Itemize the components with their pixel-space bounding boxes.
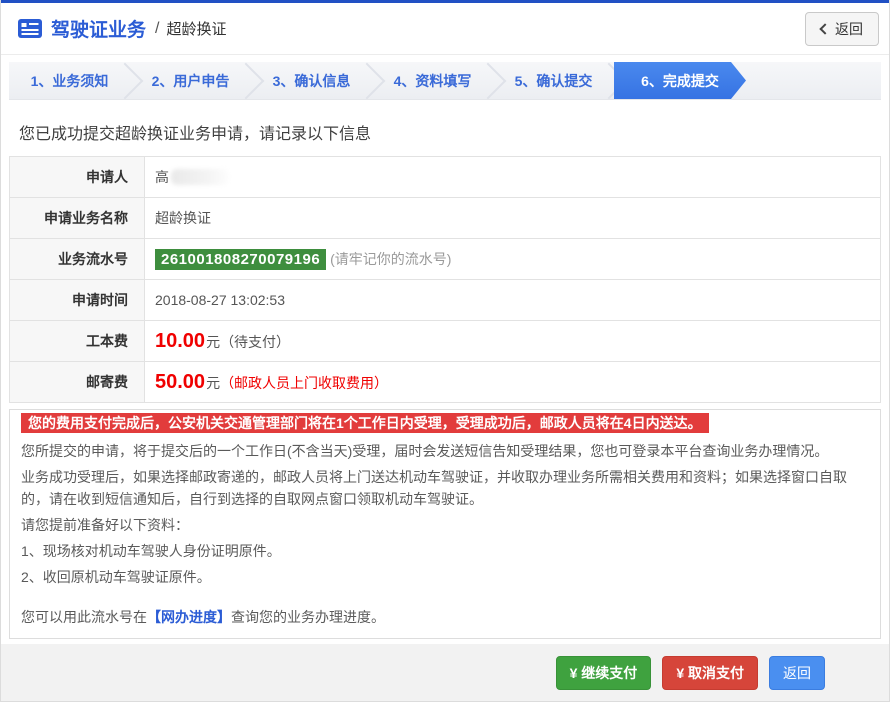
table-row-production-fee: 工本费 10.00元（待支付）	[10, 321, 881, 362]
progress-hint-prefix: 您可以用此流水号在	[21, 609, 147, 625]
breadcrumb-current: 超龄换证	[166, 18, 226, 39]
license-card-icon	[17, 18, 43, 39]
business-name-label: 申请业务名称	[10, 198, 145, 239]
table-row-postage-fee: 邮寄费 50.00元（邮政人员上门收取费用）	[10, 362, 881, 403]
action-footer: ¥ 继续支付 ¥ 取消支付 返回	[1, 644, 889, 701]
production-fee-amount: 10.00	[155, 330, 205, 352]
step-tab-label: 2、用户申告	[152, 73, 230, 89]
step-tab-label: 6、完成提交	[641, 73, 719, 89]
serial-note: (请牢记你的流水号)	[330, 251, 451, 267]
success-message: 您已成功提交超龄换证业务申请，请记录以下信息	[19, 120, 881, 144]
notice-paragraph: 2、收回原机动车驾驶证原件。	[21, 564, 869, 590]
notice-paragraph: 您所提交的申请，将于提交后的一个工作日(不含当天)受理，届时会发送短信告知受理结…	[21, 438, 869, 464]
step-progress-bar: 1、业务须知 2、用户申告 3、确认信息 4、资料填写 5、确认提交 6、完成提…	[9, 62, 881, 100]
table-row-applicant: 申请人 高	[10, 157, 881, 198]
production-fee-note: （待支付）	[220, 334, 290, 350]
notice-paragraph: 业务成功受理后，如果选择邮政寄递的，邮政人员将上门送达机动车驾驶证，并收取办理业…	[21, 464, 869, 512]
serial-value: 261001808270079196 (请牢记你的流水号)	[145, 239, 881, 280]
notice-paragraph: 1、现场核对机动车驾驶人身份证明原件。	[21, 538, 869, 564]
production-fee-value: 10.00元（待支付）	[145, 321, 881, 362]
cancel-payment-button[interactable]: ¥ 取消支付	[662, 656, 758, 690]
postage-fee-label: 邮寄费	[10, 362, 145, 403]
table-row-apply-time: 申请时间 2018-08-27 13:02:53	[10, 280, 881, 321]
postage-fee-value: 50.00元（邮政人员上门收取费用）	[145, 362, 881, 403]
applicant-value: 高	[145, 157, 881, 198]
step-tab-1[interactable]: 1、业务须知	[9, 62, 130, 99]
progress-hint: 您可以用此流水号在【网办进度】查询您的业务办理进度。	[21, 604, 869, 630]
continue-payment-button[interactable]: ¥ 继续支付	[556, 656, 652, 690]
page-title: 驾驶证业务	[51, 15, 146, 42]
production-fee-unit: 元	[206, 334, 220, 350]
serial-label: 业务流水号	[10, 239, 145, 280]
business-name-value: 超龄换证	[145, 198, 881, 239]
notice-paragraph: 请您提前准备好以下资料：	[21, 512, 869, 538]
redacted-name-mask	[171, 169, 229, 185]
step-tab-2[interactable]: 2、用户申告	[130, 62, 251, 99]
step-tab-6-active[interactable]: 6、完成提交	[614, 62, 746, 99]
chevron-left-icon	[819, 23, 830, 34]
table-row-business-name: 申请业务名称 超龄换证	[10, 198, 881, 239]
step-tab-4[interactable]: 4、资料填写	[372, 62, 493, 99]
application-info-table: 申请人 高 申请业务名称 超龄换证 业务流水号 2610018082700791…	[9, 156, 881, 403]
apply-time-value: 2018-08-27 13:02:53	[145, 280, 881, 321]
serial-number-badge: 261001808270079196	[155, 249, 326, 270]
breadcrumb-separator: /	[155, 20, 159, 38]
payment-notice-banner: 您的费用支付完成后，公安机关交通管理部门将在1个工作日内受理，受理成功后，邮政人…	[21, 413, 709, 433]
step-tab-label: 5、确认提交	[515, 73, 593, 89]
applicant-label: 申请人	[10, 157, 145, 198]
back-button[interactable]: 返回	[805, 12, 879, 46]
notice-box: 您的费用支付完成后，公安机关交通管理部门将在1个工作日内受理，受理成功后，邮政人…	[9, 409, 881, 639]
return-button[interactable]: 返回	[769, 656, 825, 690]
progress-hint-suffix: 查询您的业务办理进度。	[231, 609, 385, 625]
step-tab-label: 3、确认信息	[273, 73, 351, 89]
apply-time-label: 申请时间	[10, 280, 145, 321]
step-tab-3[interactable]: 3、确认信息	[251, 62, 372, 99]
table-row-serial: 业务流水号 261001808270079196 (请牢记你的流水号)	[10, 239, 881, 280]
production-fee-label: 工本费	[10, 321, 145, 362]
progress-link[interactable]: 【网办进度】	[147, 609, 231, 625]
postage-fee-note: （邮政人员上门收取费用）	[220, 375, 388, 391]
back-button-label: 返回	[835, 19, 863, 39]
step-tab-label: 4、资料填写	[394, 73, 472, 89]
applicant-name: 高	[155, 169, 169, 185]
postage-fee-unit: 元	[206, 375, 220, 391]
page-header: 驾驶证业务 / 超龄换证 返回	[1, 3, 889, 55]
step-tab-5[interactable]: 5、确认提交	[493, 62, 614, 99]
postage-fee-amount: 50.00	[155, 371, 205, 393]
step-tab-label: 1、业务须知	[31, 73, 109, 89]
